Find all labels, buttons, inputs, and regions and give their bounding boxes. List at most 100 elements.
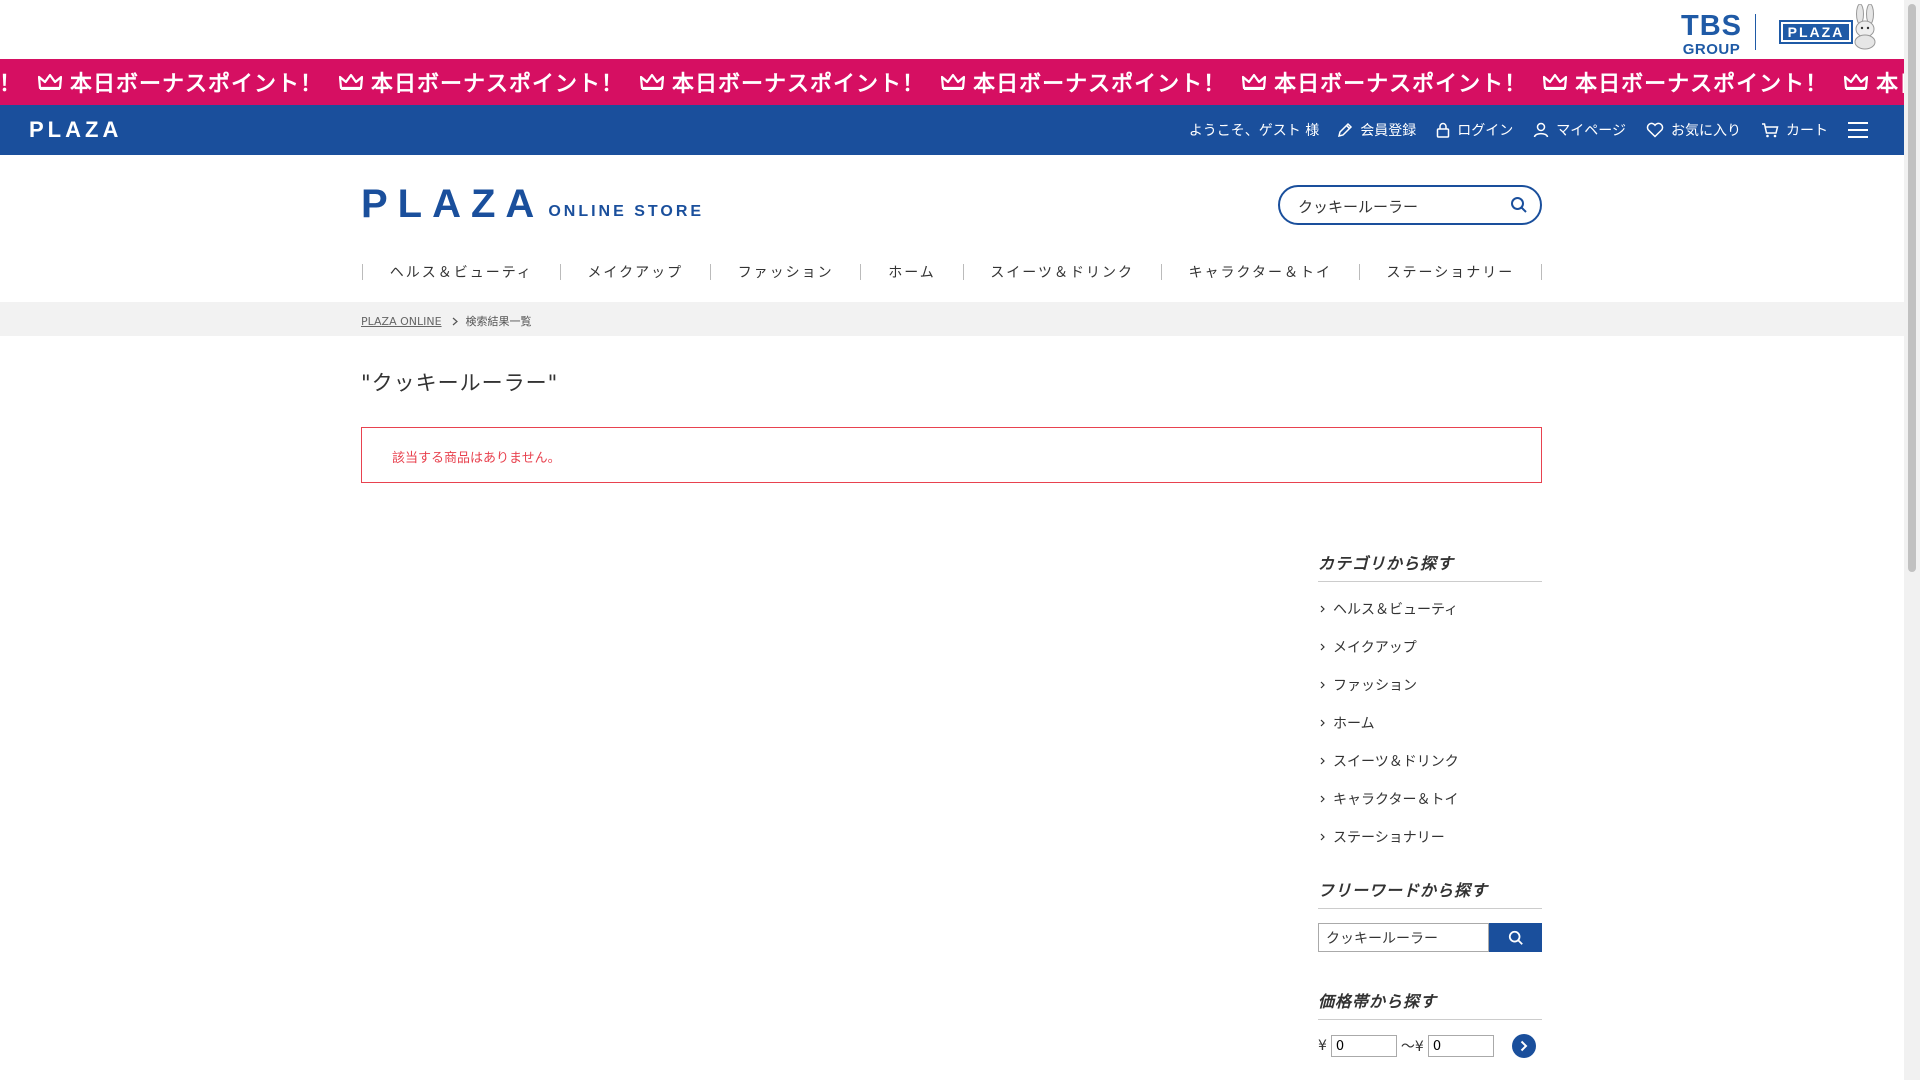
marquee-text: 本日ボーナスポイント！ [371,72,625,97]
page-scrollbar[interactable] [1904,0,1920,1080]
user-icon [1534,122,1549,138]
marquee-text: 本日ボーナスポイント！ [1575,72,1829,97]
plaza-badge-logo[interactable]: PLAZA [1779,20,1853,44]
chevron-right-icon [1320,643,1325,651]
sidebar-category-item[interactable]: ヘルス＆ビューティ [1318,590,1542,628]
category-menu-item[interactable]: ホーム [861,262,962,282]
marquee-track: ト！ 本日ボーナスポイント！ 本日ボーナスポイント！ 本日ボーナスポイント！ 本日ボー… [0,59,1904,105]
freeword-search-button[interactable] [1489,923,1542,952]
marquee-item: 本日ボーナスポイント！ [640,66,925,98]
price-min-prefix: ¥ [1318,1038,1327,1054]
lock-icon [1437,122,1450,138]
heart-icon [1646,122,1664,138]
marquee-text: 本日ボーナスポイント！ [672,72,926,97]
sidebar-category-item[interactable]: メイクアップ [1318,628,1542,666]
no-results-message: 該当する商品はありません。 [392,451,561,466]
login-label: ログイン [1457,123,1514,139]
plaza-badge-text: PLAZA [1783,24,1849,40]
sidebar-category-label: ホーム [1333,716,1375,732]
category-menu-item[interactable]: メイクアップ [561,262,710,282]
header-search-input[interactable] [1298,196,1498,216]
chevron-right-icon [1520,1040,1528,1052]
search-icon[interactable] [1510,196,1528,214]
sidebar-category-label: ステーショナリー [1333,830,1445,846]
marquee-item: ト！ [0,66,22,98]
hamburger-menu-icon[interactable] [1848,122,1868,138]
price-max-input[interactable] [1427,1035,1494,1057]
sidebar-category-item[interactable]: スイーツ＆ドリンク [1318,742,1542,780]
store-logo-main: PLAZA [361,182,545,226]
crown-icon [941,73,966,90]
register-label: 会員登録 [1360,123,1417,139]
breadcrumb: PLAZA ONLINE 検索結果一覧 [361,313,532,329]
sidebar-category-item[interactable]: ホーム [1318,704,1542,742]
chevron-right-icon [1320,719,1325,727]
price-search-button[interactable] [1511,1034,1536,1058]
freeword-search-box [1318,923,1542,952]
price-range-row: ¥ 〜¥ [1318,1034,1542,1058]
sidebar-category-label: キャラクター＆トイ [1333,792,1459,808]
group-strip: TBS GROUP PLAZA [0,0,1904,59]
price-separator: 〜¥ [1400,1039,1424,1055]
chevron-right-icon [1320,795,1325,803]
favorites-label: お気に入り [1671,123,1741,139]
pencil-icon [1338,122,1353,138]
marquee-text: 本日ボーナスポイント！ [1274,72,1528,97]
tbs-group-logo[interactable]: TBS GROUP [1681,10,1742,58]
sidebar-category-label: ファッション [1333,678,1417,694]
freeword-search-input[interactable] [1318,923,1489,952]
mypage-label: マイページ [1556,123,1626,139]
chevron-right-icon [452,317,458,325]
bunny-mascot-icon [1854,4,1876,50]
top-navbar: PLAZA ようこそ、ゲスト 様 会員登録 ログイン マイページ お気に入り カ… [0,105,1904,155]
sidebar-category-label: スイーツ＆ドリンク [1333,754,1459,770]
tbs-logo-text: TBS [1681,10,1742,42]
marquee-item: 本日ボーナスポイント！ [1844,66,1904,98]
sidebar-category-item[interactable]: ファッション [1318,666,1542,704]
sidebar-category-label: ヘルス＆ビューティ [1333,602,1459,618]
sidebar-category-list: ヘルス＆ビューティメイクアップファッション ホームスイーツ＆ドリンク キャラクター＆… [1318,590,1542,856]
store-logo-sub: ONLINE STORE [548,203,705,220]
crown-icon [640,73,665,90]
marquee-item: 本日ボーナスポイント！ [941,66,1226,98]
mypage-link[interactable]: マイページ [1533,120,1626,140]
crown-icon [339,73,364,90]
bonus-point-marquee[interactable]: ト！ 本日ボーナスポイント！ 本日ボーナスポイント！ 本日ボーナスポイント！ 本日ボー… [0,59,1904,105]
category-menu-item[interactable]: スイーツ＆ドリンク [964,262,1161,282]
marquee-item: 本日ボーナスポイント！ [1543,66,1828,98]
category-menu-item[interactable]: ステーショナリー [1360,262,1541,282]
sidebar-price-section: 価格帯から探す ¥ 〜¥ [1318,988,1542,1058]
sidebar-category-section: カテゴリから探す ヘルス＆ビューティ メイクアップ ファッション ホーム スイーツ＆ドリ… [1318,550,1542,856]
chevron-right-icon [1320,833,1325,841]
marquee-text: 本日ボーナスポイント！ [70,72,324,97]
scrollbar-thumb[interactable] [1908,4,1916,572]
sidebar-price-heading: 価格帯から探す [1318,988,1542,1020]
category-menu-item[interactable]: キャラクター＆トイ [1162,262,1359,282]
breadcrumb-home-link[interactable]: PLAZA ONLINE [361,315,442,328]
sidebar-category-item[interactable]: キャラクター＆トイ [1318,780,1542,818]
login-link[interactable]: ログイン [1436,120,1513,140]
no-results-notice: 該当する商品はありません。 [361,427,1542,483]
category-menu-item[interactable]: ヘルス＆ビューティ [363,262,560,282]
logo-divider [1755,14,1756,50]
price-min-input[interactable] [1330,1035,1397,1057]
plaza-online-store-logo[interactable]: PLAZA ONLINE STORE [361,182,705,226]
cart-link[interactable]: カート [1761,120,1828,140]
favorites-link[interactable]: お気に入り [1646,120,1741,140]
tbs-logo-subtext: GROUP [1682,41,1741,58]
welcome-text: ようこそ、ゲスト 様 [1188,123,1320,139]
sidebar-category-item[interactable]: ステーショナリー [1318,818,1542,856]
marquee-text: 本日ボーナスポイント！ [1876,72,1904,97]
navbar-links: ようこそ、ゲスト 様 会員登録 ログイン マイページ お気に入り カート [1189,105,1868,155]
category-menu-item[interactable]: ファッション [711,262,861,282]
sidebar-freeword-heading: フリーワードから探す [1318,877,1542,909]
navbar-logo[interactable]: PLAZA [29,119,122,141]
chevron-right-icon [1320,605,1325,613]
category-menu: ヘルス＆ビューティ メイクアップ ファッション ホーム スイーツ＆ドリンク キャラクター＆… [362,258,1543,286]
search-result-title: "クッキールーラー" [361,371,559,395]
breadcrumb-bar: PLAZA ONLINE 検索結果一覧 [0,302,1904,336]
breadcrumb-current: 検索結果一覧 [465,315,532,328]
register-link[interactable]: 会員登録 [1337,120,1416,140]
crown-icon [38,73,63,90]
marquee-item: 本日ボーナスポイント！ [38,66,323,98]
